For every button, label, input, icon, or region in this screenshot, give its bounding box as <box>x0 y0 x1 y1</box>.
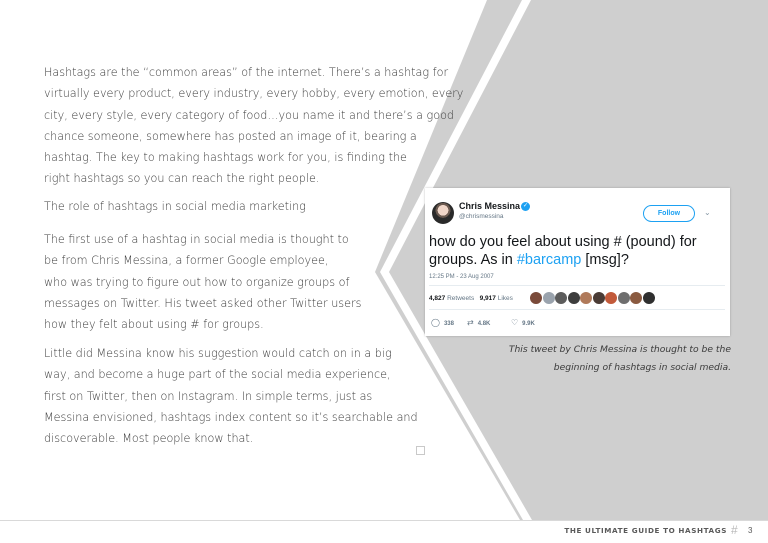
follow-button[interactable]: Follow <box>643 205 695 222</box>
retweet-icon: ⇄ <box>467 318 474 327</box>
avatar[interactable] <box>432 202 454 224</box>
anchor-marker-icon <box>416 446 425 455</box>
text-line: Hashtags are the “common areas” of the i… <box>44 66 449 79</box>
likes-label[interactable]: Likes <box>498 295 513 302</box>
text-line: The role of hashtags in social media mar… <box>44 200 306 213</box>
liker-avatar[interactable] <box>642 292 655 304</box>
verified-badge-icon: ✓ <box>521 202 530 211</box>
text-line: messages on Twitter. His tweet asked oth… <box>44 296 362 310</box>
tweet-embed: Chris Messina ✓ @chrismessina Follow ⌄ h… <box>425 188 730 336</box>
divider <box>429 309 725 310</box>
tweet-timestamp[interactable]: 12:25 PM - 23 Aug 2007 <box>429 274 494 280</box>
text-line: Messina envisioned, hashtags index conte… <box>44 410 418 424</box>
tweet-caption: This tweet by Chris Messina is thought t… <box>480 341 731 377</box>
liker-avatar[interactable] <box>555 292 567 304</box>
liker-avatar[interactable] <box>542 292 555 304</box>
hash-icon: # <box>731 523 738 537</box>
footer-divider <box>0 520 768 521</box>
tweet-text-part: [msg]? <box>581 252 629 268</box>
caption-line: This tweet by Chris Messina is thought t… <box>508 344 731 355</box>
page-number: 3 <box>748 526 753 535</box>
text-line: first on Twitter, then on Instagram. In … <box>44 389 373 403</box>
tweet-stats: 4,827 Retweets 9,917 Likes <box>429 295 513 302</box>
section-heading: The role of hashtags in social media mar… <box>44 196 424 217</box>
footer-title: THE ULTIMATE GUIDE TO HASHTAGS <box>564 526 727 535</box>
history-paragraph: The first use of a hashtag in social med… <box>44 229 424 335</box>
liker-avatar[interactable] <box>630 292 642 304</box>
reply-count: 338 <box>443 321 454 327</box>
chevron-down-icon[interactable]: ⌄ <box>704 208 711 217</box>
text-line: hashtag. The key to making hashtags work… <box>44 151 407 165</box>
like-count: 9.9K <box>522 321 535 327</box>
tweet-text: how do you feel about using # (pound) fo… <box>429 233 725 269</box>
hashtag-link[interactable]: #barcamp <box>517 252 581 268</box>
text-line: The first use of a hashtag in social med… <box>44 233 349 246</box>
heart-icon: ♡ <box>511 318 519 327</box>
retweets-label[interactable]: Retweets <box>447 295 474 302</box>
author-name[interactable]: Chris Messina <box>459 201 520 211</box>
liker-avatar[interactable] <box>580 292 592 304</box>
text-line: Little did Messina know his suggestion w… <box>44 347 392 360</box>
likes-count[interactable]: 9,917 <box>480 295 496 302</box>
intro-paragraph: Hashtags are the “common areas” of the i… <box>44 62 464 190</box>
reply-icon: ◯ <box>431 318 440 327</box>
text-line: who was trying to figure out how to orga… <box>44 275 350 289</box>
text-line: discoverable. Most people know that. <box>44 432 254 446</box>
reply-action[interactable]: ◯ 338 <box>431 318 454 327</box>
retweet-action[interactable]: ⇄ 4.8K <box>467 318 490 327</box>
divider <box>429 285 725 286</box>
text-line: how they felt about using # for groups. <box>44 318 264 332</box>
text-line: right hashtags so you can reach the righ… <box>44 172 320 186</box>
text-line: city, every style, every category of foo… <box>44 108 455 122</box>
retweets-count[interactable]: 4,827 <box>429 295 445 302</box>
text-line: virtually every product, every industry,… <box>44 87 464 101</box>
liker-avatar[interactable] <box>592 292 605 304</box>
retweet-count: 4.8K <box>477 321 491 327</box>
liker-avatar[interactable] <box>617 292 630 304</box>
like-action[interactable]: ♡ 9.9K <box>511 318 535 327</box>
text-line: way, and become a huge part of the socia… <box>44 368 391 382</box>
author-handle[interactable]: @chrismessina <box>459 213 504 220</box>
liker-avatar[interactable] <box>567 292 580 304</box>
liker-avatar[interactable] <box>605 292 617 304</box>
adoption-paragraph: Little did Messina know his suggestion w… <box>44 343 424 449</box>
liker-avatar[interactable] <box>530 292 542 304</box>
text-line: be from Chris Messina, a former Google e… <box>44 254 329 268</box>
caption-line: beginning of hashtags in social media. <box>553 362 731 373</box>
text-line: chance someone, somewhere has posted an … <box>44 129 417 143</box>
